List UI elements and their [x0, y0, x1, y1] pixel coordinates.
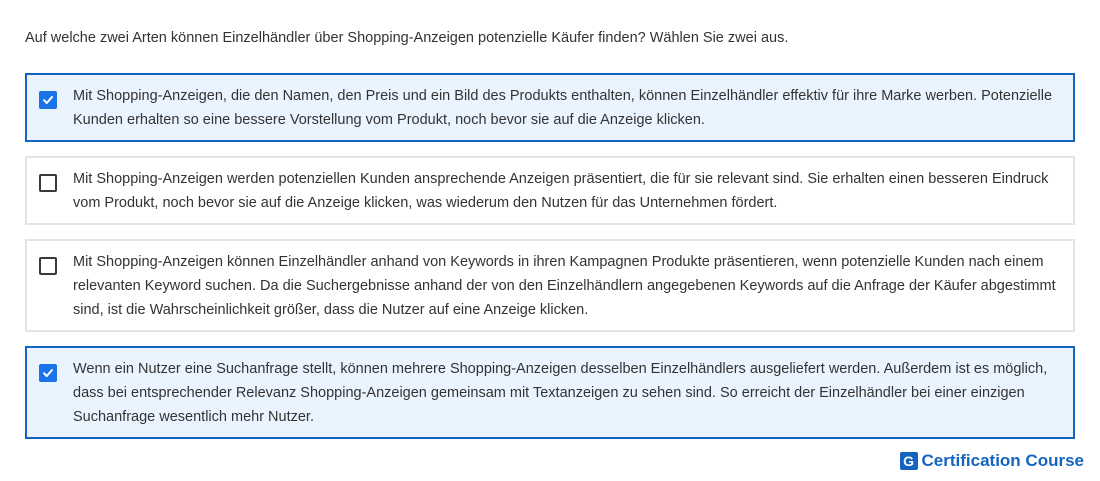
checkbox[interactable]: [39, 174, 57, 192]
answer-option-1[interactable]: Mit Shopping-Anzeigen, die den Namen, de…: [25, 73, 1075, 142]
answer-text: Wenn ein Nutzer eine Suchanfrage stellt,…: [73, 361, 1048, 425]
checkmark-icon: [43, 96, 53, 104]
checkbox[interactable]: [39, 257, 57, 275]
answer-option-2[interactable]: Mit Shopping-Anzeigen werden potenzielle…: [25, 156, 1075, 225]
checkbox[interactable]: [39, 91, 57, 109]
brand-logo: G Certification Course: [899, 451, 1084, 471]
brand-name: Certification Course: [921, 451, 1084, 470]
question-text: Auf welche zwei Arten können Einzelhändl…: [25, 30, 789, 46]
answer-options: Mit Shopping-Anzeigen, die den Namen, de…: [25, 73, 1075, 453]
checkmark-icon: [43, 369, 53, 377]
checkbox[interactable]: [39, 364, 57, 382]
answer-text: Mit Shopping-Anzeigen werden potenzielle…: [73, 171, 1049, 211]
answer-option-3[interactable]: Mit Shopping-Anzeigen können Einzelhändl…: [25, 239, 1075, 332]
answer-text: Mit Shopping-Anzeigen, die den Namen, de…: [73, 88, 1053, 128]
answer-text: Mit Shopping-Anzeigen können Einzelhändl…: [73, 254, 1056, 318]
brand-logo-icon: G: [899, 452, 918, 470]
answer-option-4[interactable]: Wenn ein Nutzer eine Suchanfrage stellt,…: [25, 346, 1075, 439]
